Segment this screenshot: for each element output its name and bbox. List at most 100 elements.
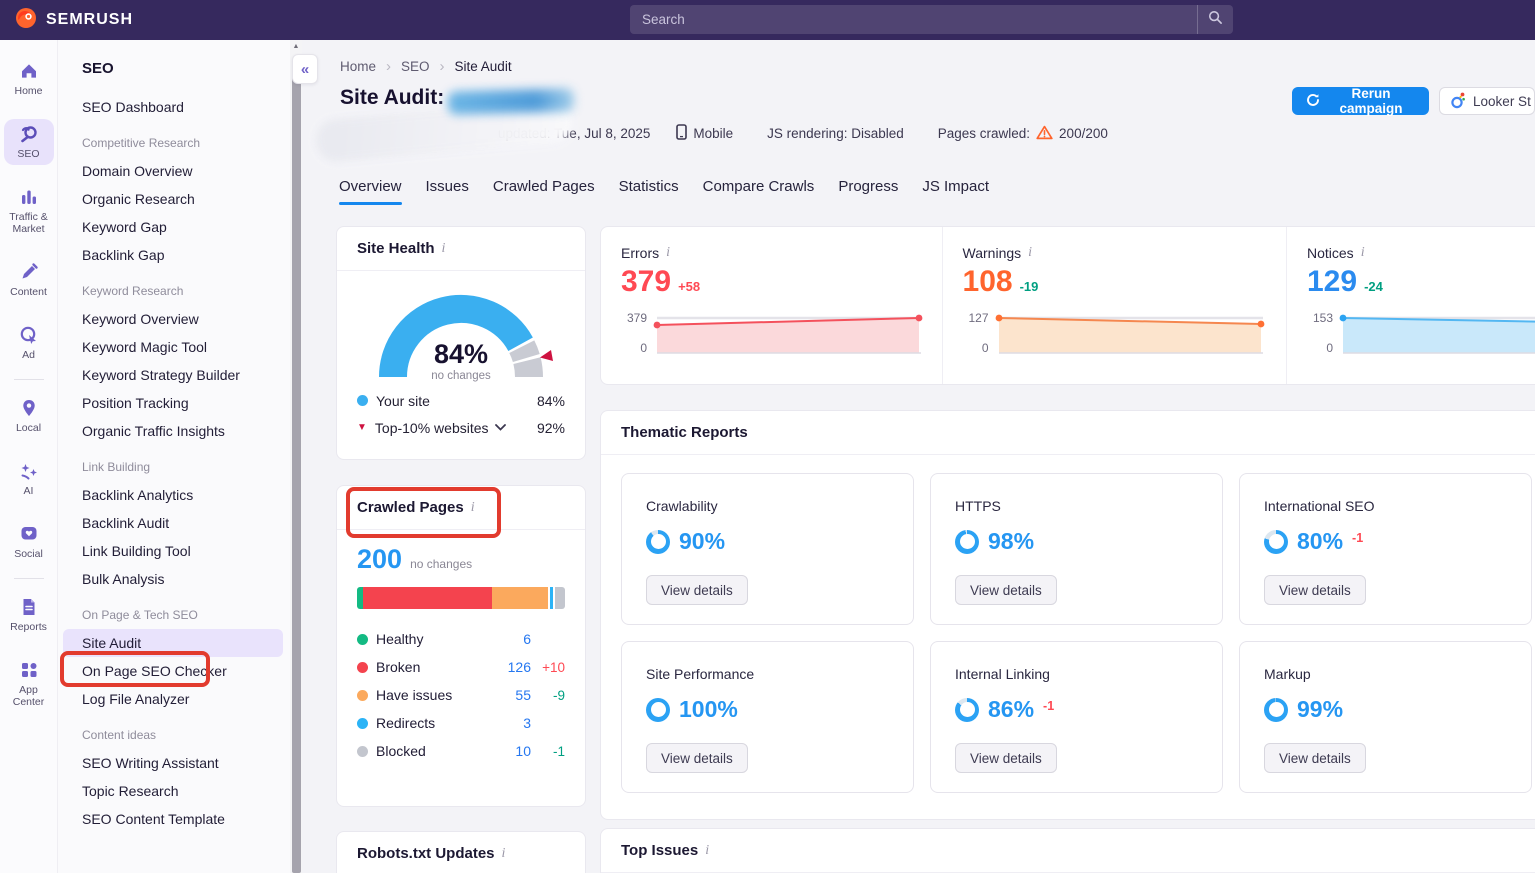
warnings-section: Warningsi 108-19 1270 xyxy=(942,227,1286,384)
sidebar-item-keyword-strategy-builder[interactable]: Keyword Strategy Builder xyxy=(82,361,290,389)
sidebar-item-backlink-gap[interactable]: Backlink Gap xyxy=(82,241,290,269)
tab-compare-crawls[interactable]: Compare Crawls xyxy=(703,178,815,205)
seo-icon xyxy=(19,124,39,144)
rail-item-local[interactable]: Local xyxy=(4,393,54,439)
sidebar-item-seo-writing-assistant[interactable]: SEO Writing Assistant xyxy=(82,749,290,777)
errors-section: Errorsi 379+58 3790 xyxy=(601,227,942,384)
info-icon[interactable]: i xyxy=(502,846,506,862)
tab-progress[interactable]: Progress xyxy=(838,178,898,205)
search-input[interactable] xyxy=(630,12,1197,27)
tab-issues[interactable]: Issues xyxy=(426,178,469,205)
thematic-reports-header: Thematic Reports xyxy=(601,411,1535,455)
sidebar-item-topic-research[interactable]: Topic Research xyxy=(82,777,290,805)
view-details-button[interactable]: View details xyxy=(1264,575,1366,605)
donut-chart xyxy=(646,698,670,722)
notices-sparkline: 1530 xyxy=(1307,309,1535,355)
sidebar-item-keyword-magic-tool[interactable]: Keyword Magic Tool xyxy=(82,333,290,361)
mobile-phone-icon xyxy=(676,124,687,143)
sidebar-item-domain-overview[interactable]: Domain Overview xyxy=(82,157,290,185)
sidebar-item-site-audit[interactable]: Site Audit xyxy=(63,629,283,657)
bar-segment-have-issues[interactable] xyxy=(492,587,548,609)
sidebar-item-seo-content-template[interactable]: SEO Content Template xyxy=(82,805,290,833)
bar-segment-redirects[interactable] xyxy=(550,587,553,609)
info-icon[interactable]: i xyxy=(666,245,670,261)
sidebar-item-organic-traffic-insights[interactable]: Organic Traffic Insights xyxy=(82,417,290,445)
thematic-card-site-performance: Site Performance 100% View details xyxy=(621,641,914,793)
refresh-icon xyxy=(1306,93,1320,110)
crawled-pages-stacked-bar xyxy=(357,587,565,609)
change-badge: -1 xyxy=(1043,699,1054,713)
donut-chart xyxy=(955,698,979,722)
sidebar-item-backlink-analytics[interactable]: Backlink Analytics xyxy=(82,481,290,509)
breadcrumb: Home › SEO › Site Audit xyxy=(340,58,512,75)
tab-overview[interactable]: Overview xyxy=(339,178,402,205)
rail-item-home[interactable]: Home xyxy=(4,56,54,102)
gauge-score: 84% xyxy=(434,339,488,369)
thematic-card-international-seo: International SEO 80%-1 View details xyxy=(1239,473,1532,625)
legend-row-have-issues: Have issues 55 -9 xyxy=(357,681,565,709)
sidebar-item-seo-dashboard[interactable]: SEO Dashboard xyxy=(82,93,290,121)
issues-summary-card: Errorsi 379+58 3790 Warningsi 108-19 127… xyxy=(600,226,1535,385)
rail-item-traffic-market[interactable]: Traffic & Market xyxy=(4,182,54,240)
donut-chart xyxy=(1264,530,1288,554)
bar-segment-blocked[interactable] xyxy=(555,587,565,609)
search-button[interactable] xyxy=(1197,5,1233,34)
sidebar-item-organic-research[interactable]: Organic Research xyxy=(82,185,290,213)
sidebar-item-on-page-seo-checker[interactable]: On Page SEO Checker xyxy=(82,657,290,685)
sidebar-collapse-button[interactable]: « xyxy=(292,54,318,84)
sidebar-item-keyword-gap[interactable]: Keyword Gap xyxy=(82,213,290,241)
looker-studio-button[interactable]: Looker St xyxy=(1439,87,1535,115)
info-icon[interactable]: i xyxy=(705,843,709,859)
donut-chart xyxy=(955,530,979,554)
view-details-button[interactable]: View details xyxy=(1264,743,1366,773)
info-icon[interactable]: i xyxy=(442,241,446,257)
rerun-campaign-button[interactable]: Rerun campaign xyxy=(1292,87,1429,115)
chevron-down-icon[interactable] xyxy=(495,424,506,431)
scrollbar-up-arrow[interactable]: ▲ xyxy=(290,40,302,54)
red-triangle-marker-icon: ▼ xyxy=(357,422,367,433)
rail-item-reports[interactable]: Reports xyxy=(4,592,54,638)
site-health-legend: Your site 84% ▼ Top-10% websites 92% xyxy=(337,387,585,441)
breadcrumb-seo[interactable]: SEO xyxy=(401,59,430,74)
breadcrumb-home[interactable]: Home xyxy=(340,59,376,74)
sidebar-item-keyword-overview[interactable]: Keyword Overview xyxy=(82,305,290,333)
errors-change: +58 xyxy=(678,279,700,294)
global-search xyxy=(630,5,1233,34)
seo-sidebar: SEO SEO Dashboard Competitive Research D… xyxy=(58,40,290,873)
info-icon[interactable]: i xyxy=(1361,245,1365,261)
view-details-button[interactable]: View details xyxy=(646,743,748,773)
view-details-button[interactable]: View details xyxy=(646,575,748,605)
sidebar-item-link-building-tool[interactable]: Link Building Tool xyxy=(82,537,290,565)
rail-item-seo[interactable]: SEO xyxy=(4,119,54,165)
info-icon[interactable]: i xyxy=(1028,245,1032,261)
bar-segment-broken[interactable] xyxy=(363,587,492,609)
scrollbar-thumb[interactable] xyxy=(292,60,301,873)
change-badge: -1 xyxy=(1352,531,1363,545)
sidebar-scrollbar[interactable]: ▲ xyxy=(290,40,302,873)
looker-logo-icon xyxy=(1450,91,1466,112)
semrush-logo[interactable]: SEMRUSH xyxy=(14,6,133,35)
report-tabs: Overview Issues Crawled Pages Statistics… xyxy=(339,178,989,205)
tab-statistics[interactable]: Statistics xyxy=(619,178,679,205)
rail-item-app-center[interactable]: App Center xyxy=(4,655,54,713)
site-health-header: Site Health i xyxy=(337,227,585,271)
map-pin-icon xyxy=(19,398,39,418)
sidebar-item-position-tracking[interactable]: Position Tracking xyxy=(82,389,290,417)
rail-item-content[interactable]: Content xyxy=(4,257,54,303)
tab-crawled-pages[interactable]: Crawled Pages xyxy=(493,178,595,205)
semrush-logo-icon xyxy=(14,6,38,35)
sidebar-item-bulk-analysis[interactable]: Bulk Analysis xyxy=(82,565,290,593)
thematic-reports-card: Thematic Reports Crawlability 90% View d… xyxy=(600,410,1535,820)
rail-item-social[interactable]: Social xyxy=(4,519,54,565)
warnings-sparkline: 1270 xyxy=(963,309,1286,355)
sidebar-item-log-file-analyzer[interactable]: Log File Analyzer xyxy=(82,685,290,713)
info-icon[interactable]: i xyxy=(471,500,475,516)
blurred-project-name xyxy=(448,88,575,114)
rail-item-ai[interactable]: AI xyxy=(4,456,54,502)
tab-js-impact[interactable]: JS Impact xyxy=(922,178,989,205)
device-meta: Mobile xyxy=(676,124,733,143)
sidebar-item-backlink-audit[interactable]: Backlink Audit xyxy=(82,509,290,537)
rail-item-ad[interactable]: Ad xyxy=(4,320,54,366)
view-details-button[interactable]: View details xyxy=(955,575,1057,605)
view-details-button[interactable]: View details xyxy=(955,743,1057,773)
